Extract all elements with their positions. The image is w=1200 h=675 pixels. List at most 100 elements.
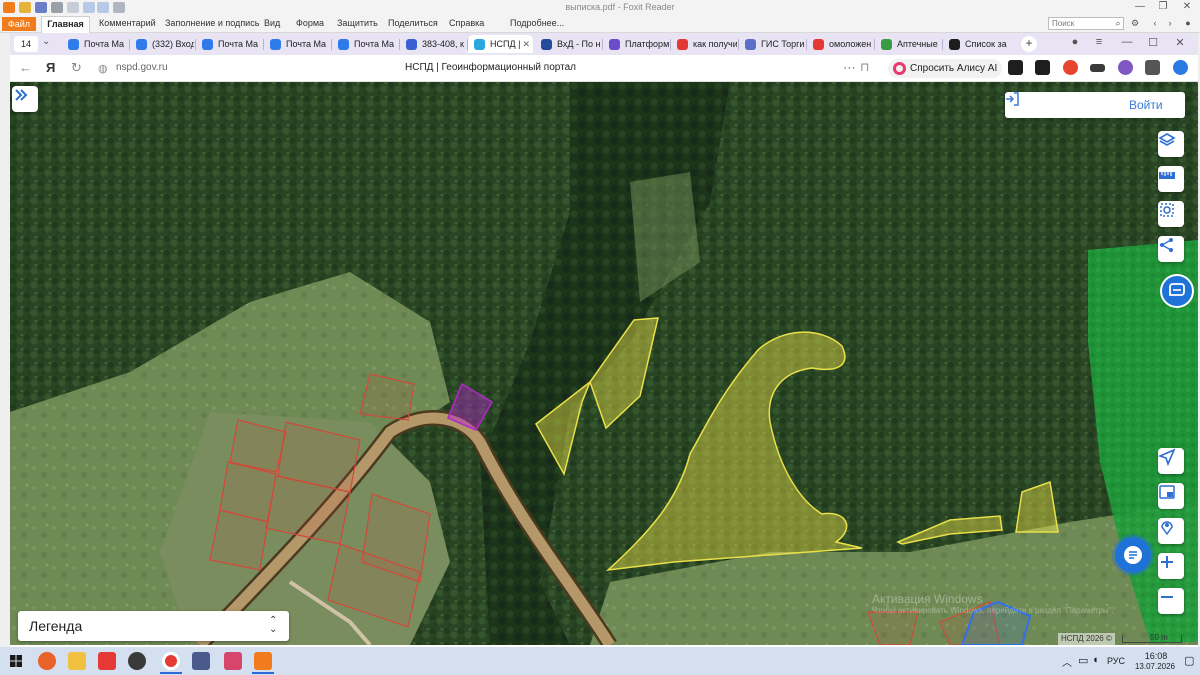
- satellite-map[interactable]: [10, 82, 1198, 645]
- user-icon[interactable]: ●: [1181, 18, 1195, 28]
- browser-tab[interactable]: Почта Ma: [196, 35, 262, 53]
- menu-protect[interactable]: Защитить: [337, 18, 378, 28]
- reload-icon[interactable]: ↻: [71, 60, 82, 76]
- yandex-browser-icon[interactable]: [162, 652, 180, 670]
- chat-button[interactable]: [1115, 537, 1151, 573]
- browser-tab[interactable]: Почта Ma: [332, 35, 398, 53]
- network-icon[interactable]: ▭: [1078, 654, 1088, 667]
- windows-start-icon[interactable]: [10, 655, 22, 667]
- extension-hat-icon[interactable]: [1090, 64, 1105, 72]
- layers-button[interactable]: [1158, 131, 1184, 157]
- foxit-icon[interactable]: [254, 652, 272, 670]
- menu-form[interactable]: Форма: [296, 18, 324, 28]
- browser-tab[interactable]: Аптечные: [875, 35, 941, 53]
- browser-tab[interactable]: омоложен: [807, 35, 873, 53]
- nav-left-icon[interactable]: ‹: [1148, 18, 1162, 28]
- ask-alice-button[interactable]: Спросить Алису AI: [888, 59, 1002, 78]
- save-icon[interactable]: [35, 2, 47, 13]
- pin-location-icon: [1161, 521, 1173, 536]
- browser-tab[interactable]: как получи: [671, 35, 737, 53]
- new-tab-button[interactable]: +: [1021, 36, 1037, 52]
- chevron-down-icon[interactable]: ⌄: [42, 36, 50, 47]
- locate-button[interactable]: [1158, 448, 1184, 474]
- settings-icon[interactable]: ⚙: [1128, 18, 1142, 29]
- explorer-icon[interactable]: [68, 652, 86, 670]
- extension-k2-icon[interactable]: [1035, 60, 1050, 75]
- menu-more[interactable]: Подробнее...: [498, 18, 564, 28]
- language-indicator[interactable]: РУС: [1107, 656, 1125, 666]
- browser-tab[interactable]: (332) Вход: [130, 35, 194, 53]
- menu-share[interactable]: Поделиться: [388, 18, 438, 28]
- map-view[interactable]: Войти Легенда ⌃ ⌄ Активация Windows Чтоб…: [10, 82, 1198, 645]
- download-icon[interactable]: [1173, 60, 1188, 75]
- menu-comment[interactable]: Комментарий: [99, 18, 156, 28]
- back-arrow-icon[interactable]: ←: [19, 60, 32, 75]
- menu-view[interactable]: Вид: [264, 18, 280, 28]
- menu-home[interactable]: Главная: [41, 16, 90, 33]
- extension-circle-icon[interactable]: [1118, 60, 1133, 75]
- select-area-button[interactable]: [1158, 201, 1184, 227]
- ruler-button[interactable]: [1158, 166, 1184, 192]
- clipboard-icon[interactable]: [128, 652, 146, 670]
- maximize-icon[interactable]: ☐: [1146, 36, 1160, 49]
- yandex-icon[interactable]: [98, 652, 116, 670]
- login-arrow-icon: [1006, 92, 1019, 106]
- page-icon[interactable]: [67, 2, 79, 13]
- maximize-icon[interactable]: ❐: [1156, 1, 1170, 12]
- profile-icon[interactable]: ●: [1068, 36, 1082, 48]
- chevron-updown-icon[interactable]: ⌃ ⌄: [269, 616, 277, 635]
- redo-icon[interactable]: [97, 2, 109, 13]
- extension-red-icon[interactable]: [1063, 60, 1078, 75]
- security-shield-icon[interactable]: ◍: [98, 62, 108, 75]
- browser-tab[interactable]: ВхД - По н: [535, 35, 601, 53]
- browser-tab[interactable]: Почта Ma: [264, 35, 330, 53]
- share-button[interactable]: [1158, 236, 1184, 262]
- browser-tab[interactable]: Почта Ma: [62, 35, 128, 53]
- browser-tab[interactable]: НСПД | ✕: [468, 35, 533, 53]
- pin-location-button[interactable]: [1158, 518, 1184, 544]
- browser-tab[interactable]: 383-408, к: [400, 35, 466, 53]
- login-button[interactable]: Войти: [1005, 92, 1185, 118]
- calendar-icon[interactable]: [224, 652, 242, 670]
- firefox-icon[interactable]: [38, 652, 56, 670]
- minimize-icon[interactable]: —: [1133, 1, 1147, 12]
- clock-date[interactable]: 13.07.2026: [1128, 662, 1182, 671]
- close-icon[interactable]: ✕: [1173, 36, 1187, 49]
- map-mode-button[interactable]: [1158, 483, 1184, 509]
- browser-tab[interactable]: Платформ: [603, 35, 669, 53]
- minimize-icon[interactable]: —: [1120, 36, 1134, 48]
- undo-icon[interactable]: [83, 2, 95, 13]
- hand-tool-icon[interactable]: [113, 2, 125, 13]
- more-dots-icon[interactable]: ⋯: [843, 60, 856, 76]
- tab-count-badge[interactable]: 14: [14, 36, 38, 52]
- menu-fill-sign[interactable]: Заполнение и подпись: [165, 18, 259, 28]
- browser-tab[interactable]: ГИС Торги: [739, 35, 805, 53]
- print-icon[interactable]: [51, 2, 63, 13]
- zoom-in-button[interactable]: [1158, 553, 1184, 579]
- zoom-out-button[interactable]: [1158, 588, 1184, 614]
- menu-file[interactable]: Файл: [2, 17, 36, 31]
- notifications-icon[interactable]: ▢: [1184, 654, 1194, 667]
- menu-icon[interactable]: ≡: [1092, 36, 1106, 48]
- open-icon[interactable]: [19, 2, 31, 13]
- search-icon[interactable]: ⌕: [1111, 18, 1125, 29]
- nav-right-icon[interactable]: ›: [1163, 18, 1177, 28]
- foxit-logo-icon[interactable]: [3, 2, 15, 13]
- expand-panel-button[interactable]: [12, 86, 38, 112]
- tray-expand-icon[interactable]: ︿: [1062, 654, 1072, 669]
- url-field[interactable]: nspd.gov.ru: [116, 62, 168, 73]
- volume-icon[interactable]: ◖: [1092, 654, 1099, 666]
- extension-k1-icon[interactable]: [1008, 60, 1023, 75]
- browser-tab[interactable]: Список за: [943, 35, 1009, 53]
- legend-panel[interactable]: Легенда ⌃ ⌄: [18, 611, 289, 641]
- double-chevron-right-icon: [15, 89, 28, 101]
- yandex-b-icon[interactable]: Я: [46, 60, 55, 75]
- menu-help[interactable]: Справка: [449, 18, 484, 28]
- clock-time[interactable]: 16:08: [1136, 651, 1176, 661]
- printer-icon[interactable]: [192, 652, 210, 670]
- extension-puzzle-icon[interactable]: [1145, 60, 1160, 75]
- assistant-button[interactable]: [1160, 274, 1194, 308]
- tab-close-icon[interactable]: ✕: [522, 35, 530, 53]
- bookmark-icon[interactable]: ⊓: [860, 60, 869, 74]
- close-icon[interactable]: ✕: [1180, 1, 1194, 12]
